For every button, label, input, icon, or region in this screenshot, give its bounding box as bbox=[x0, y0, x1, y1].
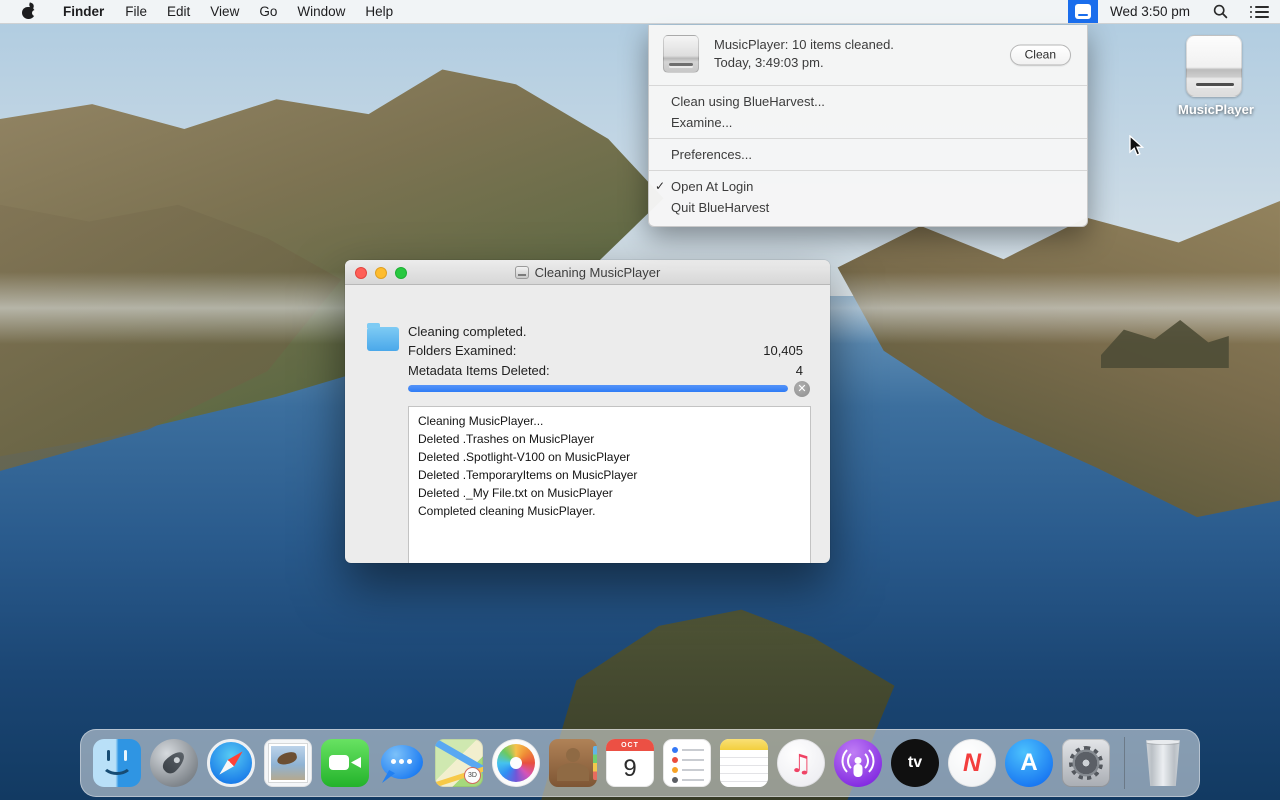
cleaning-status-text: Cleaning completed. bbox=[408, 324, 527, 339]
dock-icon-maps[interactable]: 3D bbox=[435, 739, 483, 787]
menu-item-open-at-login[interactable]: ✓ Open At Login bbox=[649, 176, 1087, 197]
music-note-icon: ♫ bbox=[790, 749, 812, 778]
desktop-volume-musicplayer[interactable]: MusicPlayer bbox=[1178, 35, 1250, 117]
close-button[interactable] bbox=[355, 267, 367, 279]
calendar-month: OCT bbox=[606, 739, 654, 751]
dock-icon-trash[interactable] bbox=[1139, 739, 1187, 787]
notification-center-icon[interactable] bbox=[1239, 0, 1280, 23]
checkmark-icon: ✓ bbox=[655, 178, 665, 195]
menu-item-preferences[interactable]: Preferences... bbox=[649, 144, 1087, 165]
appstore-letter: A bbox=[1020, 749, 1037, 777]
maps-3d-badge: 3D bbox=[464, 767, 481, 784]
drive-icon bbox=[1075, 4, 1091, 19]
stat-metadata-deleted: Metadata Items Deleted: 4 bbox=[408, 363, 803, 378]
log-line: Deleted .Spotlight-V100 on MusicPlayer bbox=[418, 448, 801, 466]
stat-folders-examined: Folders Examined: 10,405 bbox=[408, 343, 803, 358]
menu-item-quit-blueharvest[interactable]: Quit BlueHarvest bbox=[649, 197, 1087, 218]
menu-bar-clock[interactable]: Wed 3:50 pm bbox=[1098, 4, 1202, 19]
spotlight-search-icon[interactable] bbox=[1202, 0, 1239, 23]
dock-icon-messages[interactable] bbox=[378, 739, 426, 787]
log-line: Cleaning MusicPlayer... bbox=[418, 412, 801, 430]
dropdown-status-row: MusicPlayer: 10 items cleaned. Today, 3:… bbox=[649, 25, 1087, 86]
menu-item-view[interactable]: View bbox=[200, 0, 249, 23]
drive-icon bbox=[663, 35, 699, 73]
log-line: Deleted .Trashes on MusicPlayer bbox=[418, 430, 801, 448]
calendar-day: 9 bbox=[606, 751, 654, 787]
progress-bar bbox=[408, 385, 788, 392]
dropdown-group-actions: Clean using BlueHarvest... Examine... bbox=[649, 86, 1087, 139]
dock-icon-apple-tv[interactable]: tv bbox=[891, 739, 939, 787]
zoom-button[interactable] bbox=[395, 267, 407, 279]
rocket-icon bbox=[160, 748, 188, 776]
person-silhouette-icon bbox=[566, 748, 580, 762]
blueharvest-menu-extra[interactable] bbox=[1068, 0, 1098, 23]
stat-label: Folders Examined: bbox=[408, 343, 516, 358]
status-time: Today, 3:49:03 pm. bbox=[714, 54, 894, 72]
dock-icon-finder[interactable] bbox=[93, 739, 141, 787]
speech-bubble-icon bbox=[381, 745, 423, 779]
drive-icon bbox=[515, 266, 529, 279]
blueharvest-dropdown-menu: MusicPlayer: 10 items cleaned. Today, 3:… bbox=[648, 25, 1088, 227]
status-title: MusicPlayer: 10 items cleaned. bbox=[714, 36, 894, 54]
minimize-button[interactable] bbox=[375, 267, 387, 279]
volume-label: MusicPlayer bbox=[1178, 102, 1250, 117]
compass-needle-icon bbox=[216, 748, 246, 778]
external-drive-icon bbox=[1186, 35, 1242, 97]
window-controls bbox=[355, 267, 407, 279]
menu-item-go[interactable]: Go bbox=[249, 0, 287, 23]
dock-icon-podcasts[interactable] bbox=[834, 739, 882, 787]
menu-item-window[interactable]: Window bbox=[287, 0, 355, 23]
menu-bar-right: Wed 3:50 pm bbox=[1068, 0, 1280, 23]
dock-icon-calendar[interactable]: OCT 9 bbox=[606, 739, 654, 787]
dock-icon-photos[interactable] bbox=[492, 739, 540, 787]
cancel-progress-button[interactable]: ✕ bbox=[794, 381, 810, 397]
news-letter: N bbox=[963, 749, 981, 778]
dock-icon-safari[interactable] bbox=[207, 739, 255, 787]
stat-value: 4 bbox=[796, 363, 803, 378]
stat-label: Metadata Items Deleted: bbox=[408, 363, 550, 378]
pinwheel-icon bbox=[497, 744, 535, 782]
dock-icon-app-store[interactable]: A bbox=[1005, 739, 1053, 787]
cleaning-window: Cleaning MusicPlayer Cleaning completed.… bbox=[345, 260, 830, 563]
menu-item-examine[interactable]: Examine... bbox=[649, 112, 1087, 133]
dock-icon-mail[interactable] bbox=[264, 739, 312, 787]
video-camera-icon bbox=[329, 755, 349, 770]
dock-icon-launchpad[interactable] bbox=[150, 739, 198, 787]
log-line: Completed cleaning MusicPlayer. bbox=[418, 502, 801, 520]
menu-item-clean-using-blueharvest[interactable]: Clean using BlueHarvest... bbox=[649, 91, 1087, 112]
tv-label: tv bbox=[908, 754, 922, 772]
dock: 3D OCT 9 ♫ tv N A bbox=[80, 729, 1200, 797]
menu-item-help[interactable]: Help bbox=[355, 0, 403, 23]
dock-icon-news[interactable]: N bbox=[948, 739, 996, 787]
trash-icon bbox=[1143, 740, 1183, 786]
window-titlebar[interactable]: Cleaning MusicPlayer bbox=[345, 260, 830, 285]
log-line: Deleted ._My File.txt on MusicPlayer bbox=[418, 484, 801, 502]
clean-button[interactable]: Clean bbox=[1010, 45, 1071, 66]
menu-item-edit[interactable]: Edit bbox=[157, 0, 200, 23]
menu-bar-left: Finder File Edit View Go Window Help bbox=[0, 0, 403, 23]
cleaning-log: Cleaning MusicPlayer... Deleted .Trashes… bbox=[408, 406, 811, 563]
mouse-cursor bbox=[1128, 135, 1148, 162]
dock-icon-music[interactable]: ♫ bbox=[777, 739, 825, 787]
menu-item-file[interactable]: File bbox=[115, 0, 157, 23]
dock-icon-system-preferences[interactable] bbox=[1062, 739, 1110, 787]
window-title: Cleaning MusicPlayer bbox=[515, 265, 661, 280]
stamp-icon bbox=[269, 744, 307, 782]
folder-icon bbox=[367, 327, 399, 351]
dock-icon-notes[interactable] bbox=[720, 739, 768, 787]
dropdown-group-app: ✓ Open At Login Quit BlueHarvest bbox=[649, 171, 1087, 226]
dropdown-group-preferences: Preferences... bbox=[649, 139, 1087, 171]
dock-icon-facetime[interactable] bbox=[321, 739, 369, 787]
menu-item-finder[interactable]: Finder bbox=[52, 0, 115, 23]
stat-value: 10,405 bbox=[763, 343, 803, 358]
apple-menu-icon[interactable] bbox=[21, 3, 36, 20]
menu-bar: Finder File Edit View Go Window Help Wed… bbox=[0, 0, 1280, 24]
progress-fill bbox=[408, 385, 788, 392]
dock-icon-reminders[interactable] bbox=[663, 739, 711, 787]
window-body: Cleaning completed. Folders Examined: 10… bbox=[345, 285, 830, 563]
dock-icon-contacts[interactable] bbox=[549, 739, 597, 787]
log-line: Deleted .TemporaryItems on MusicPlayer bbox=[418, 466, 801, 484]
dock-separator bbox=[1124, 737, 1125, 789]
